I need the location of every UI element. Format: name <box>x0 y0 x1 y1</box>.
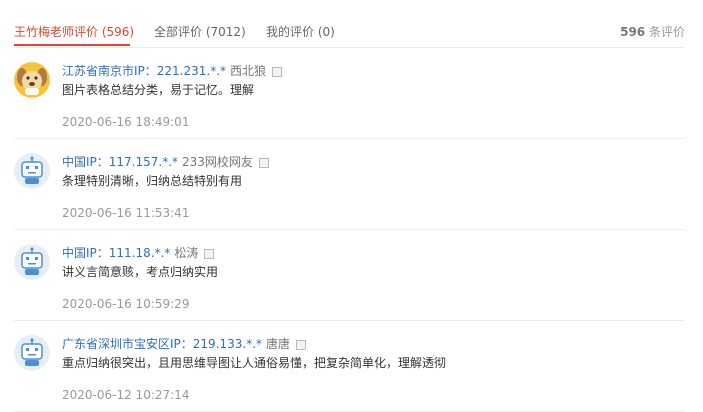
tab-all-reviews[interactable]: 全部评价 (7012) <box>154 23 246 40</box>
report-icon[interactable] <box>258 157 269 168</box>
review-item: 中国IP：117.157.*.* 233网校网友 条理特别清晰，归纳总结特别有用 … <box>14 139 685 230</box>
avatar-robot-icon <box>14 335 50 371</box>
tab-teacher-reviews[interactable]: 王竹梅老师评价 (596) <box>14 23 134 40</box>
review-meta: 中国IP：111.18.*.* 松涛 <box>62 244 215 261</box>
review-meta: 中国IP：117.157.*.* 233网校网友 <box>62 153 269 170</box>
report-icon[interactable] <box>272 66 283 77</box>
avatar-robot-icon <box>14 244 50 280</box>
tab-my-reviews[interactable]: 我的评价 (0) <box>266 23 335 40</box>
review-item: 江苏省南京市IP：221.231.*.* 西北狼 图片表格总结分类，易于记忆。理解… <box>14 48 685 139</box>
review-total-suffix: 条评价 <box>645 25 685 39</box>
reviewer-ip: 中国IP：111.18.*.* <box>62 246 171 260</box>
reviewer-ip: 江苏省南京市IP：221.231.*.* <box>62 64 227 78</box>
reviewer-nickname: 松涛 <box>174 246 199 260</box>
review-time: 2020-06-16 10:59:29 <box>62 297 190 311</box>
review-total: 596 条评价 <box>620 23 685 40</box>
review-content: 图片表格总结分类，易于记忆。理解 <box>62 83 255 97</box>
review-content: 条理特别清晰，归纳总结特别有用 <box>62 174 243 188</box>
reviewer-ip: 中国IP：117.157.*.* <box>62 155 179 169</box>
review-content: 讲义言简意赅，考点归纳实用 <box>62 265 219 279</box>
reviewer-nickname: 233网校网友 <box>182 155 253 169</box>
report-icon[interactable] <box>296 339 307 350</box>
review-content: 重点归纳很突出，且用思维导图让人通俗易懂，把复杂简单化，理解透彻 <box>62 356 447 370</box>
review-time: 2020-06-12 10:27:14 <box>62 388 190 402</box>
reviewer-nickname: 西北狼 <box>230 64 267 78</box>
review-item: 广东省深圳市宝安区IP：219.133.*.* 唐唐 重点归纳很突出，且用思维导图… <box>14 321 685 412</box>
active-tab-indicator <box>14 44 130 46</box>
avatar-dog-icon <box>14 62 50 98</box>
report-icon[interactable] <box>204 248 215 259</box>
reviewer-nickname: 唐唐 <box>266 337 291 351</box>
review-item: 中国IP：111.18.*.* 松涛 讲义言简意赅，考点归纳实用 2020-06-… <box>14 230 685 321</box>
review-time: 2020-06-16 11:53:41 <box>62 206 190 220</box>
review-meta: 广东省深圳市宝安区IP：219.133.*.* 唐唐 <box>62 335 307 352</box>
avatar-robot-icon <box>14 153 50 189</box>
reviewer-ip: 广东省深圳市宝安区IP：219.133.*.* <box>62 337 263 351</box>
review-time: 2020-06-16 18:49:01 <box>62 115 190 129</box>
review-tabs: 王竹梅老师评价 (596) 全部评价 (7012) 我的评价 (0) 596 条… <box>14 0 685 48</box>
review-total-count: 596 <box>620 25 646 39</box>
review-meta: 江苏省南京市IP：221.231.*.* 西北狼 <box>62 62 283 79</box>
